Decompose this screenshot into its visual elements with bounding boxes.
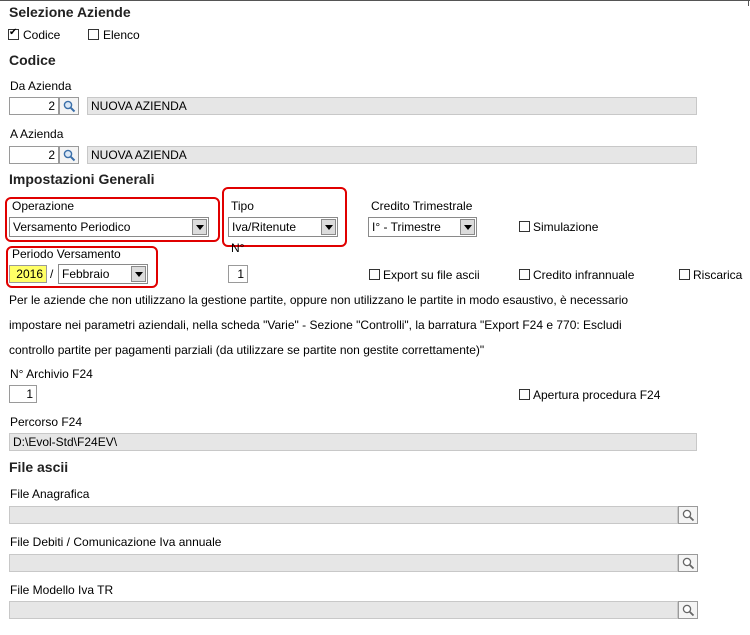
- section-title-selezione-aziende: Selezione Aziende: [9, 4, 131, 20]
- apertura-procedura-checkbox[interactable]: [519, 389, 530, 400]
- credito-trimestrale-label: Credito Trimestrale: [371, 199, 473, 213]
- a-azienda-input[interactable]: 2: [9, 146, 59, 164]
- file-debiti-browse-button[interactable]: [678, 554, 698, 572]
- file-debiti-label: File Debiti / Comunicazione Iva annuale: [10, 535, 222, 549]
- right-border-tick: [748, 0, 749, 6]
- export-ascii-label: Export su file ascii: [383, 268, 480, 282]
- simulazione-label: Simulazione: [533, 220, 599, 234]
- search-icon: [63, 100, 76, 113]
- search-icon: [682, 509, 695, 522]
- note-line-2: impostare nei parametri aziendali, nella…: [9, 318, 622, 332]
- archivio-f24-input[interactable]: 1: [9, 385, 37, 403]
- elenco-checkbox[interactable]: [88, 29, 99, 40]
- section-title-impostazioni-generali: Impostazioni Generali: [9, 171, 155, 187]
- highlight-tipo: [222, 187, 347, 247]
- numero-label: N°: [231, 241, 245, 255]
- da-azienda-name-field: NUOVA AZIENDA: [87, 97, 697, 115]
- file-modello-label: File Modello Iva TR: [10, 583, 114, 597]
- credito-trimestrale-select[interactable]: I° - Trimestre: [368, 217, 477, 237]
- file-anagrafica-browse-button[interactable]: [678, 506, 698, 524]
- file-debiti-field[interactable]: [9, 554, 678, 572]
- search-icon: [63, 149, 76, 162]
- elenco-checkbox-label: Elenco: [103, 28, 140, 42]
- search-icon: [682, 604, 695, 617]
- top-border: [0, 0, 750, 1]
- percorso-f24-field[interactable]: D:\Evol-Std\F24EV\: [9, 433, 697, 451]
- percorso-f24-label: Percorso F24: [10, 415, 83, 429]
- apertura-procedura-label: Apertura procedura F24: [533, 388, 661, 402]
- note-line-3: controllo partite per pagamenti parziali…: [9, 343, 485, 357]
- da-azienda-search-button[interactable]: [59, 97, 79, 115]
- codice-checkbox[interactable]: [8, 27, 19, 40]
- file-modello-field[interactable]: [9, 601, 678, 619]
- highlight-periodo-versamento: [6, 246, 158, 288]
- section-title-file-ascii: File ascii: [9, 459, 69, 475]
- highlight-operazione: [5, 197, 220, 242]
- credito-trimestrale-selected-value: I° - Trimestre: [372, 220, 441, 234]
- archivio-f24-label: N° Archivio F24: [10, 367, 93, 381]
- numero-input[interactable]: 1: [228, 265, 248, 283]
- da-azienda-input[interactable]: 2: [9, 97, 59, 115]
- riscarica-checkbox[interactable]: [679, 269, 690, 280]
- chevron-down-icon[interactable]: [460, 219, 475, 235]
- a-azienda-name-field: NUOVA AZIENDA: [87, 146, 697, 164]
- a-azienda-label: A Azienda: [10, 127, 64, 141]
- file-anagrafica-label: File Anagrafica: [10, 487, 90, 501]
- credito-infrannuale-label: Credito infrannuale: [533, 268, 635, 282]
- da-azienda-label: Da Azienda: [10, 79, 72, 93]
- note-line-1: Per le aziende che non utilizzano la ges…: [9, 293, 629, 307]
- search-icon: [682, 557, 695, 570]
- riscarica-label: Riscarica: [693, 268, 743, 282]
- file-modello-browse-button[interactable]: [678, 601, 698, 619]
- file-anagrafica-field[interactable]: [9, 506, 678, 524]
- codice-checkbox-label: Codice: [23, 28, 61, 42]
- simulazione-checkbox[interactable]: [519, 221, 530, 232]
- export-ascii-checkbox[interactable]: [369, 269, 380, 280]
- a-azienda-search-button[interactable]: [59, 146, 79, 164]
- section-title-codice: Codice: [9, 52, 56, 68]
- credito-infrannuale-checkbox[interactable]: [519, 269, 530, 280]
